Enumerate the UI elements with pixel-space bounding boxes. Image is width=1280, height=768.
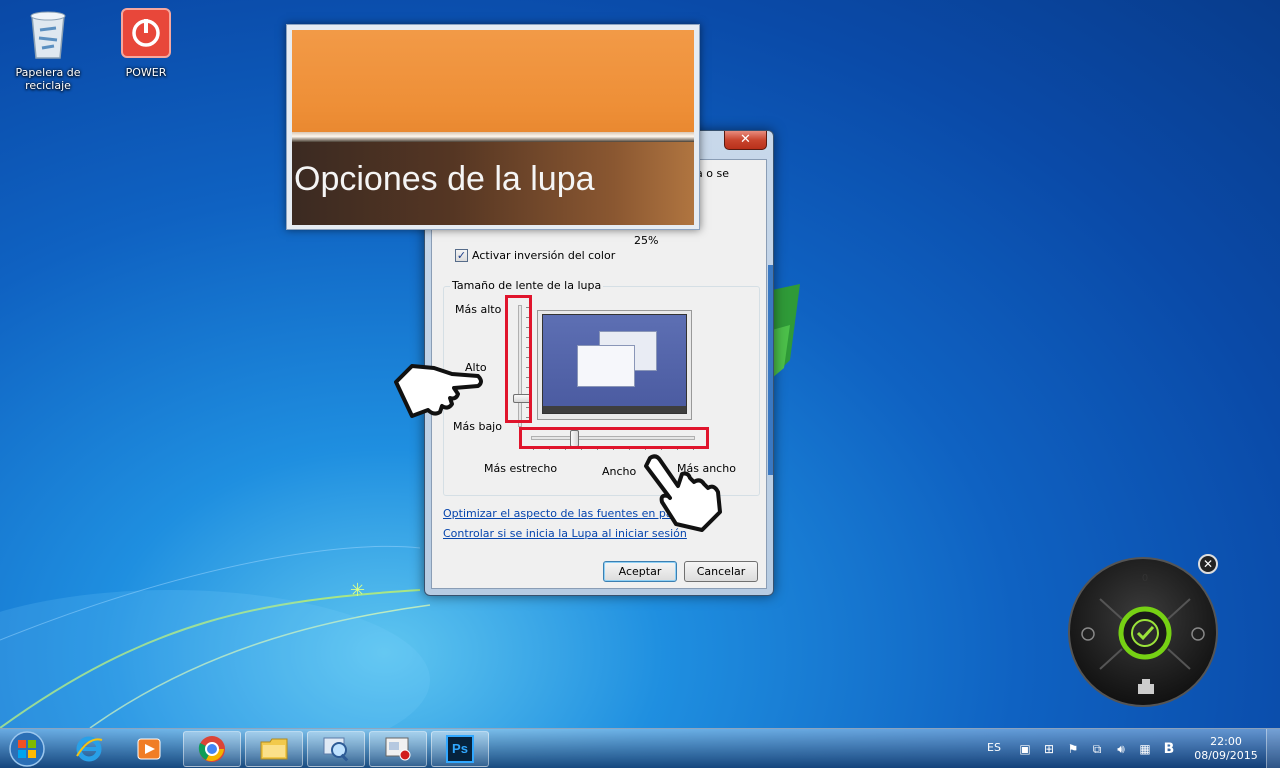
magnified-title-bar xyxy=(292,30,694,138)
taskbar: Ps ES ▣ ⊞ ⚑ ⧉ 🔊︎ ▦ B 22:00 08/09/2015 xyxy=(0,728,1280,768)
show-desktop-button[interactable] xyxy=(1266,729,1280,768)
height-slider-highlight xyxy=(505,295,532,423)
magnifier-lens: Opciones de la lupa xyxy=(286,24,700,230)
invert-color-checkbox[interactable]: ✓ xyxy=(455,249,468,262)
hand-pointer-icon xyxy=(394,364,483,418)
gadget-top-label: 0 xyxy=(1142,573,1148,584)
checkered-tray-icon[interactable]: ▦ xyxy=(1138,742,1152,756)
connection-tray-icon[interactable]: ⧉ xyxy=(1090,742,1104,756)
hand-pointer-icon xyxy=(644,454,722,532)
height-max-label: Más alto xyxy=(455,303,502,316)
taskbar-chrome[interactable] xyxy=(183,731,241,767)
ok-button[interactable]: Aceptar xyxy=(603,561,677,582)
taskbar-media-player[interactable] xyxy=(120,731,178,767)
power-label: POWER xyxy=(125,66,167,79)
magnifier-view: Opciones de la lupa xyxy=(292,30,694,225)
recycle-bin-label: Papelera de reciclaje xyxy=(15,66,81,92)
volume-icon[interactable]: 🔊︎ xyxy=(1114,742,1128,756)
chrome-icon xyxy=(198,736,225,762)
windows-tray-icon[interactable]: ⊞ xyxy=(1042,742,1056,756)
clock-date: 08/09/2015 xyxy=(1194,749,1258,762)
taskbar-screen-recorder[interactable] xyxy=(369,731,427,767)
windows-logo-icon xyxy=(9,731,45,767)
photoshop-label: Ps xyxy=(452,741,468,756)
recycle-bin-shortcut[interactable]: Papelera de reciclaje xyxy=(10,6,86,92)
taskbar-magnifier[interactable] xyxy=(307,731,365,767)
network-tray-icon[interactable]: ▣ xyxy=(1018,742,1032,756)
magnified-dialog-title: Opciones de la lupa xyxy=(294,160,595,198)
taskbar-file-explorer[interactable] xyxy=(245,731,303,767)
control-gadget[interactable]: 0 xyxy=(1068,557,1218,707)
magnifier-icon xyxy=(323,737,349,762)
width-min-label: Más estrecho xyxy=(484,462,558,475)
preview-window-front xyxy=(577,345,635,387)
lens-preview-screen xyxy=(542,314,687,414)
taskbar-internet-explorer[interactable] xyxy=(60,731,118,767)
clock-time: 22:00 xyxy=(1210,735,1242,748)
b-app-tray-icon[interactable]: B xyxy=(1162,742,1176,756)
magnified-divider xyxy=(292,132,694,142)
power-shortcut[interactable]: POWER xyxy=(108,6,184,79)
recycle-bin-icon xyxy=(22,6,74,60)
photoshop-icon: Ps xyxy=(446,735,474,763)
lens-preview xyxy=(537,310,692,420)
screen-recorder-icon xyxy=(385,737,411,761)
folder-icon xyxy=(260,738,288,760)
window-edge-highlight xyxy=(768,265,773,475)
zoom-percent-label: 25% xyxy=(634,234,659,247)
width-label: Ancho xyxy=(602,465,637,478)
svg-text:✳: ✳ xyxy=(350,580,365,601)
cancel-button[interactable]: Cancelar xyxy=(684,561,758,582)
width-slider-highlight xyxy=(519,427,709,449)
lens-size-legend: Tamaño de lente de la lupa xyxy=(450,279,604,292)
action-center-flag-icon[interactable]: ⚑ xyxy=(1066,742,1080,756)
power-icon xyxy=(120,6,172,60)
taskbar-photoshop[interactable]: Ps xyxy=(431,731,489,767)
invert-color-option[interactable]: ✓ Activar inversión del color xyxy=(455,249,615,262)
internet-explorer-icon xyxy=(76,736,103,762)
gadget-close-button[interactable]: ✕ xyxy=(1198,554,1218,574)
media-player-icon xyxy=(137,738,161,760)
start-button[interactable] xyxy=(2,730,52,768)
close-button[interactable]: ✕ xyxy=(724,131,767,150)
gadget-dial-icon: 0 xyxy=(1081,573,1205,694)
language-indicator[interactable]: ES xyxy=(987,741,1001,754)
system-clock[interactable]: 22:00 08/09/2015 xyxy=(1190,735,1262,763)
invert-color-label: Activar inversión del color xyxy=(472,249,616,262)
preview-taskbar xyxy=(543,406,686,413)
